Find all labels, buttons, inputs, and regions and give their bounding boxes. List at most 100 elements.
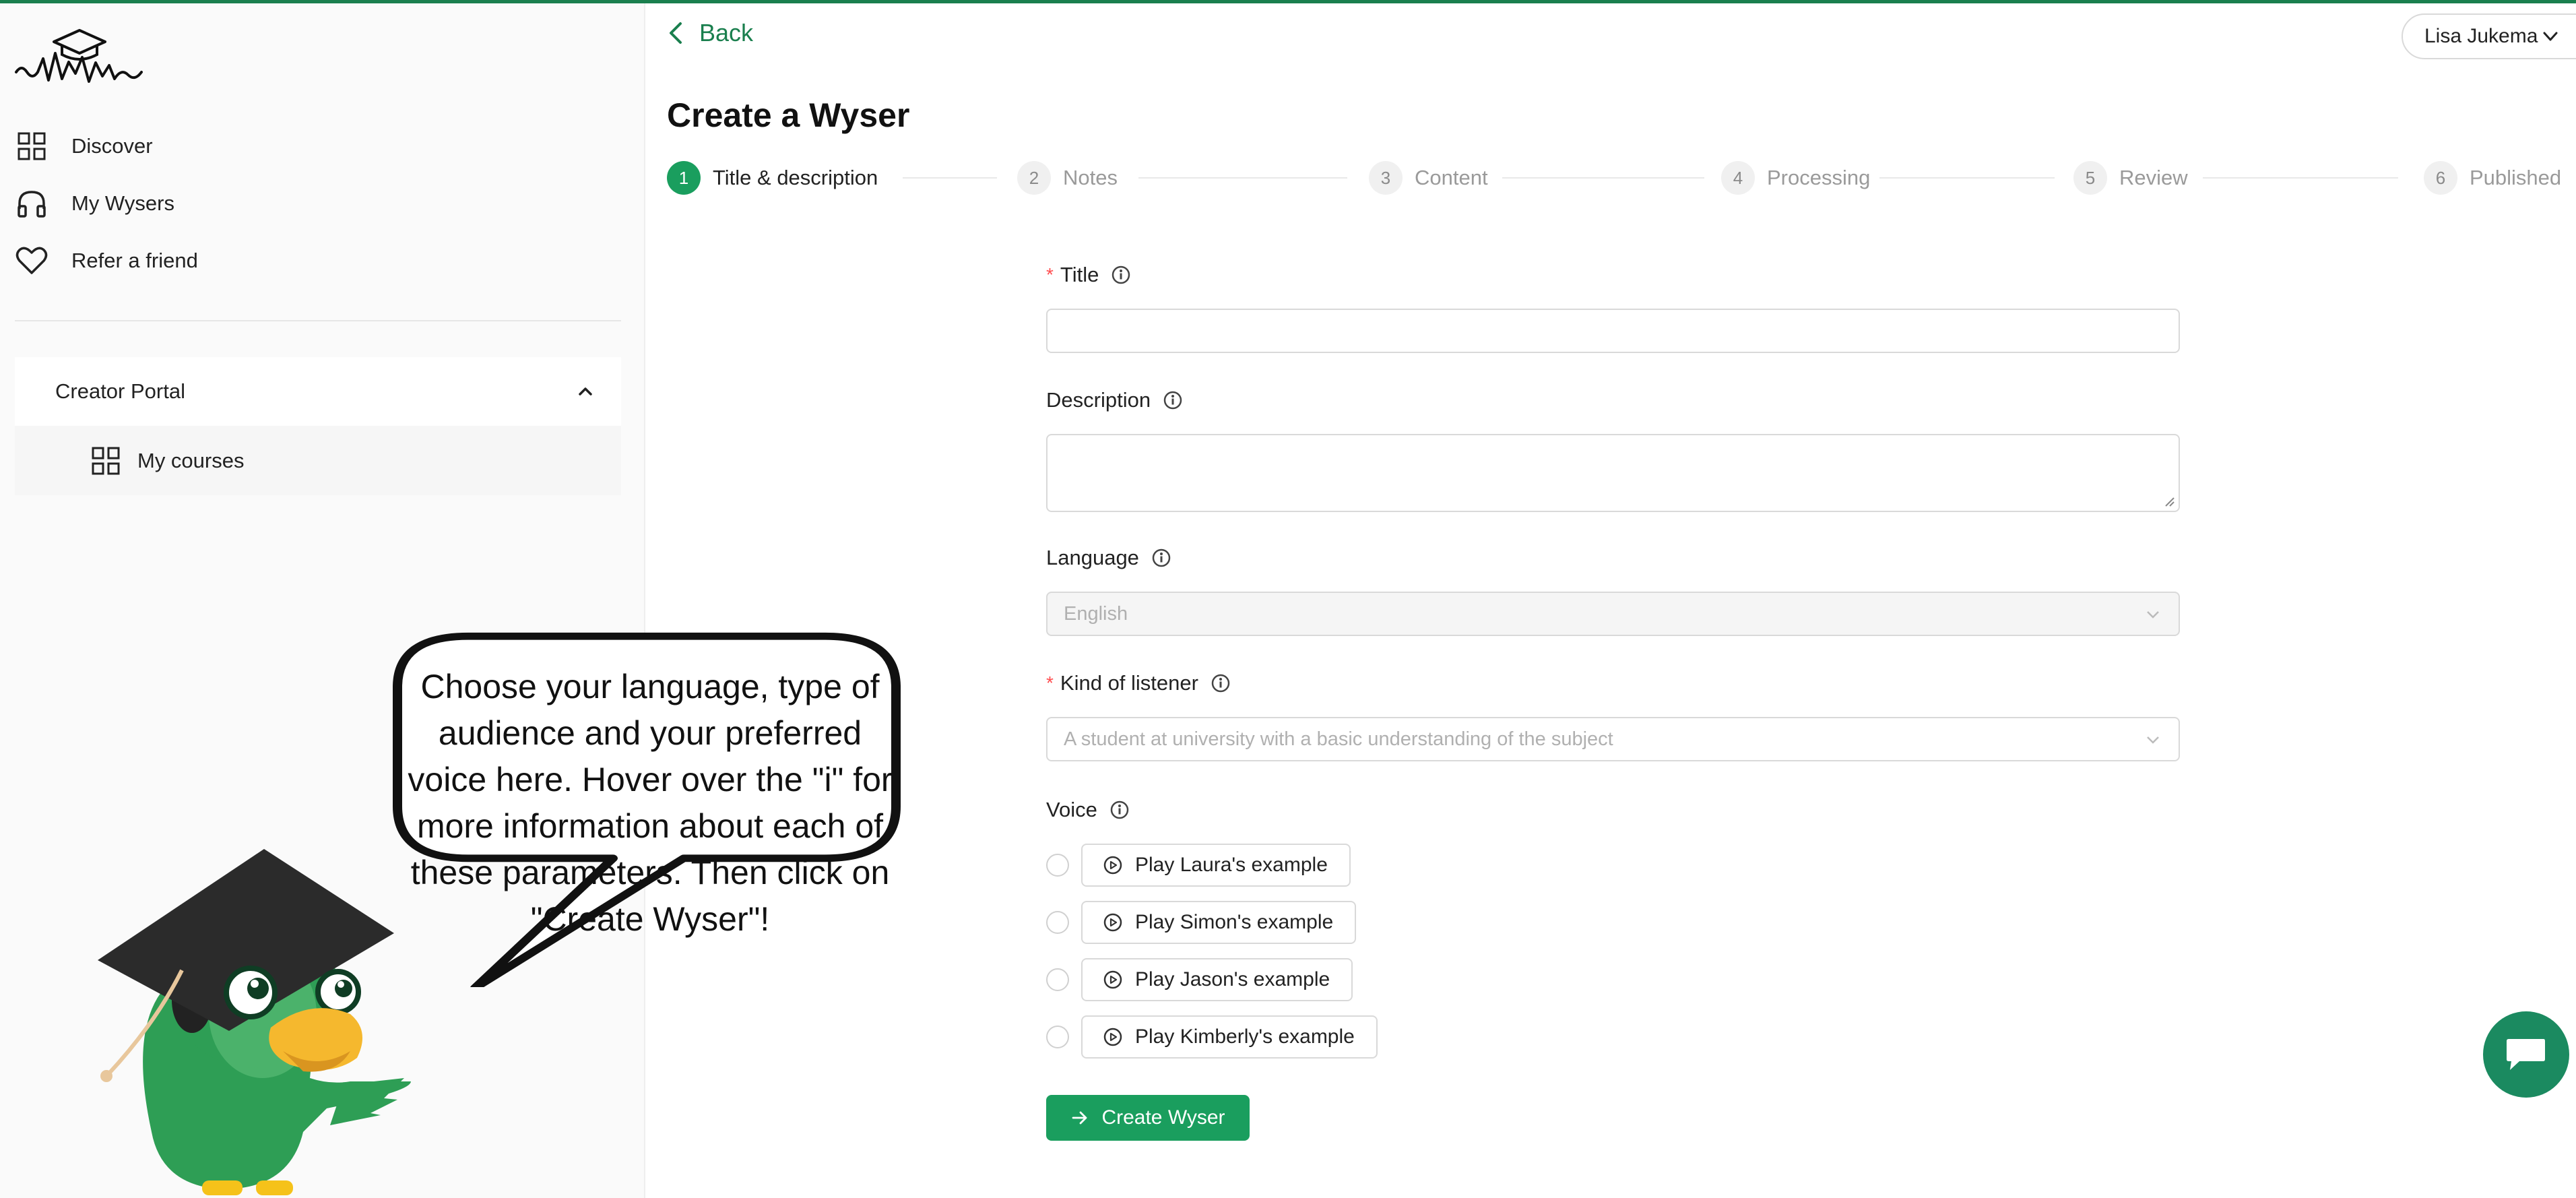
voice-option-jason: Play Jason's example: [1046, 958, 1353, 1001]
progress-steps: 1 Title & description 2 Notes 3 Content …: [667, 159, 2561, 197]
grid-icon: [15, 129, 49, 163]
step-title-description[interactable]: 1 Title & description: [667, 159, 878, 197]
step-processing[interactable]: 4 Processing: [1721, 159, 1870, 197]
heart-icon: [15, 244, 49, 278]
step-label: Notes: [1063, 166, 1118, 189]
step-review[interactable]: 5 Review: [2073, 159, 2188, 197]
play-label: Play Simon's example: [1135, 911, 1334, 933]
step-number: 6: [2424, 161, 2457, 195]
play-circle-icon: [1103, 970, 1122, 989]
arrow-right-icon: [1072, 1111, 1087, 1125]
required-marker: *: [1046, 672, 1054, 693]
play-label: Play Kimberly's example: [1135, 1026, 1355, 1048]
language-label: Language: [1046, 546, 1171, 570]
sidebar-item-my-courses[interactable]: My courses: [15, 426, 621, 495]
title-input[interactable]: [1046, 309, 2180, 353]
voice-radio[interactable]: [1046, 968, 1069, 991]
listener-select[interactable]: A student at university with a basic und…: [1046, 717, 2180, 761]
required-marker: *: [1046, 264, 1054, 285]
play-laura-button[interactable]: Play Laura's example: [1081, 844, 1351, 887]
step-label: Content: [1415, 166, 1488, 189]
create-wyser-button[interactable]: Create Wyser: [1046, 1095, 1250, 1141]
step-label: Review: [2119, 166, 2188, 189]
sidebar-item-label: My Wysers: [71, 191, 174, 215]
user-menu-button[interactable]: Lisa Jukema: [2402, 13, 2576, 59]
step-notes[interactable]: 2 Notes: [1017, 159, 1118, 197]
chevron-down-icon: [2147, 736, 2159, 744]
listener-label: * Kind of listener: [1046, 671, 1231, 695]
chevron-up-icon: [579, 387, 592, 396]
sidebar-item-label: My courses: [137, 448, 245, 472]
back-label: Back: [699, 19, 754, 46]
step-label: Processing: [1767, 166, 1871, 189]
back-link[interactable]: Back: [667, 19, 753, 47]
description-textarea[interactable]: [1046, 434, 2180, 512]
info-icon[interactable]: [1211, 673, 1231, 693]
voice-radio[interactable]: [1046, 911, 1069, 934]
title-label: * Title: [1046, 263, 1131, 287]
info-icon[interactable]: [1111, 265, 1131, 285]
step-connector: [1879, 177, 2055, 179]
tutorial-bubble-text: Choose your language, type of audience a…: [408, 668, 893, 938]
step-number: 5: [2073, 161, 2107, 195]
wyser-logo: [15, 29, 143, 83]
play-label: Play Jason's example: [1135, 968, 1330, 990]
step-number: 3: [1369, 161, 1403, 195]
step-published[interactable]: 6 Published: [2424, 159, 2561, 197]
step-label: Published: [2470, 166, 2562, 189]
play-circle-icon: [1103, 913, 1122, 932]
chat-bubble-icon: [2507, 1039, 2545, 1070]
page-title: Create a Wyser: [667, 96, 910, 134]
language-value: English: [1064, 602, 1128, 625]
sidebar-item-label: Refer a friend: [71, 249, 198, 272]
step-number: 1: [667, 161, 701, 195]
step-connector: [903, 177, 997, 179]
listener-label-text: Kind of listener: [1060, 671, 1198, 695]
creator-portal-label: Creator Portal: [55, 379, 185, 403]
step-label: Title & description: [713, 166, 878, 189]
sidebar-divider: [15, 320, 621, 321]
sidebar-item-refer-a-friend[interactable]: Refer a friend: [15, 241, 198, 281]
voice-radio[interactable]: [1046, 854, 1069, 877]
listener-placeholder: A student at university with a basic und…: [1064, 728, 1613, 750]
info-icon[interactable]: [1151, 548, 1171, 568]
description-label-text: Description: [1046, 388, 1151, 412]
sidebar-item-label: Discover: [71, 134, 153, 158]
info-icon[interactable]: [1163, 390, 1183, 410]
creator-portal-toggle[interactable]: Creator Portal: [15, 357, 621, 426]
play-simon-button[interactable]: Play Simon's example: [1081, 901, 1357, 944]
language-select[interactable]: English: [1046, 592, 2180, 636]
chevron-left-icon: [670, 22, 682, 44]
voice-option-kimberly: Play Kimberly's example: [1046, 1015, 1378, 1059]
play-jason-button[interactable]: Play Jason's example: [1081, 958, 1353, 1001]
headphones-icon: [15, 187, 49, 220]
step-number: 4: [1721, 161, 1755, 195]
parrot-mascot-illustration: [98, 849, 411, 1195]
step-content[interactable]: 3 Content: [1369, 159, 1488, 197]
voice-option-simon: Play Simon's example: [1046, 901, 1357, 944]
resize-handle-icon[interactable]: [2164, 496, 2175, 507]
grid-icon: [89, 444, 123, 478]
language-label-text: Language: [1046, 546, 1139, 569]
chevron-down-icon: [2147, 611, 2159, 619]
step-connector: [2203, 177, 2398, 179]
sidebar-item-my-wysers[interactable]: My Wysers: [15, 183, 174, 224]
chevron-down-icon: [2543, 32, 2558, 41]
voice-option-laura: Play Laura's example: [1046, 844, 1351, 887]
create-wyser-label: Create Wyser: [1101, 1106, 1225, 1129]
step-number: 2: [1017, 161, 1051, 195]
info-icon[interactable]: [1109, 800, 1130, 820]
description-label: Description: [1046, 388, 1183, 412]
play-circle-icon: [1103, 856, 1122, 875]
play-label: Play Laura's example: [1135, 854, 1328, 876]
step-connector: [1138, 177, 1347, 179]
creator-portal-section: Creator Portal My courses: [15, 357, 621, 495]
sidebar-item-discover[interactable]: Discover: [15, 126, 153, 166]
play-circle-icon: [1103, 1028, 1122, 1046]
voice-radio[interactable]: [1046, 1026, 1069, 1048]
voice-label-text: Voice: [1046, 798, 1097, 821]
play-kimberly-button[interactable]: Play Kimberly's example: [1081, 1015, 1378, 1059]
voice-label: Voice: [1046, 798, 1130, 822]
chat-widget-button[interactable]: [2483, 1011, 2569, 1098]
user-name: Lisa Jukema: [2424, 25, 2538, 47]
